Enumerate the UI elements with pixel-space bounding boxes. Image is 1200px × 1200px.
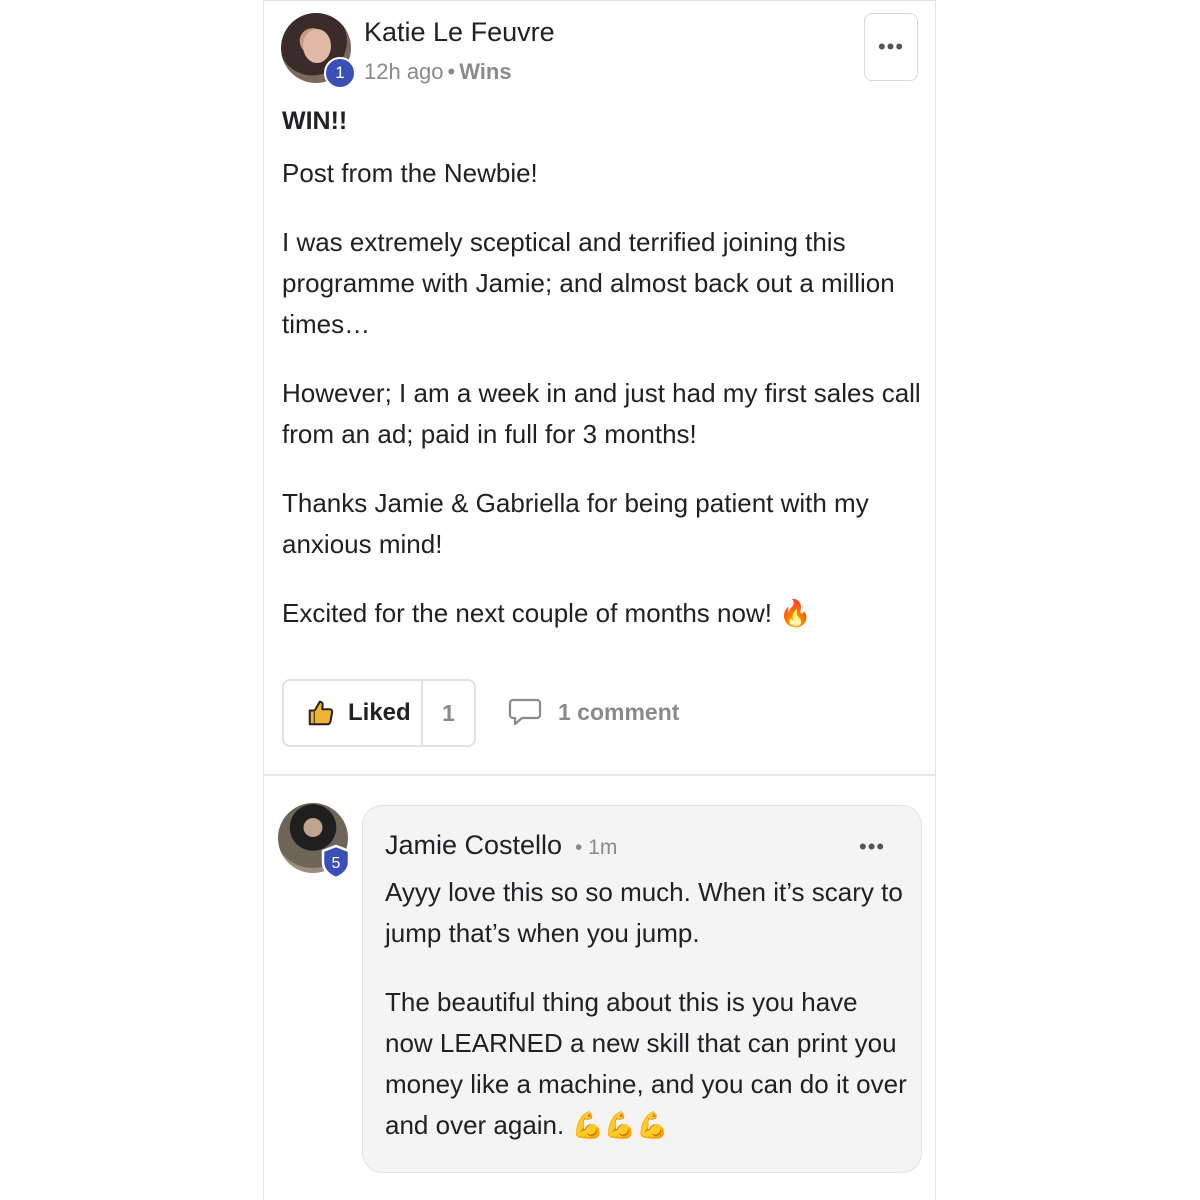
post-paragraph: Thanks Jamie & Gabriella for being patie… bbox=[282, 488, 869, 559]
thumbs-up-icon bbox=[308, 700, 334, 726]
ellipsis-icon: ••• bbox=[877, 34, 905, 59]
post-category[interactable]: Wins bbox=[459, 59, 511, 84]
level-badge: 1 bbox=[324, 57, 356, 89]
comment-time: • 1m bbox=[575, 836, 618, 859]
post-meta: 12h ago • Wins bbox=[364, 59, 512, 85]
commenter-name[interactable]: Jamie Costello bbox=[385, 830, 562, 861]
post-paragraph-last: Excited for the next couple of months no… bbox=[282, 593, 922, 635]
flexed-biceps-emoji: 💪💪💪 bbox=[571, 1111, 669, 1141]
comment-body: Ayyy love this so so much. When it’s sca… bbox=[385, 872, 909, 1175]
comment-more-button[interactable]: ••• bbox=[859, 834, 885, 860]
like-count[interactable]: 1 bbox=[423, 700, 474, 727]
speech-bubble-icon bbox=[508, 698, 542, 726]
avatar-face bbox=[303, 29, 331, 63]
like-toggle[interactable]: Liked bbox=[284, 681, 423, 745]
post-paragraph-text: Excited for the next couple of months no… bbox=[282, 598, 772, 628]
commenter-level: 5 bbox=[332, 855, 341, 872]
comment-paragraph: Ayyy love this so so much. When it’s sca… bbox=[385, 877, 903, 948]
level-shield-badge: 5 bbox=[321, 844, 351, 880]
like-label: Liked bbox=[348, 699, 411, 726]
comment-count-label: 1 comment bbox=[558, 698, 680, 725]
post-card: 1 Katie Le Feuvre 12h ago • Wins ••• WIN!!… bbox=[263, 0, 936, 1200]
post-time: 12h ago bbox=[364, 59, 444, 84]
comment-bubble: Jamie Costello • 1m ••• Ayyy love this s… bbox=[362, 805, 922, 1173]
post-title: WIN!! bbox=[282, 107, 348, 135]
post-body: Post from the Newbie! I was extremely sc… bbox=[282, 153, 922, 663]
like-button[interactable]: Liked 1 bbox=[282, 679, 476, 747]
reply-row-partial bbox=[392, 1191, 552, 1200]
fire-emoji: 🔥 bbox=[779, 599, 812, 629]
post-paragraph: However; I am a week in and just had my … bbox=[282, 378, 921, 449]
post-paragraph: Post from the Newbie! bbox=[282, 158, 538, 188]
meta-separator: • bbox=[447, 59, 456, 84]
author-name[interactable]: Katie Le Feuvre bbox=[364, 17, 555, 48]
ellipsis-icon: ••• bbox=[859, 834, 886, 859]
comment-button[interactable]: 1 comment bbox=[508, 697, 679, 727]
comment-paragraph-last: The beautiful thing about this is you ha… bbox=[385, 982, 909, 1147]
post-more-button[interactable]: ••• bbox=[864, 13, 918, 81]
divider bbox=[264, 774, 935, 776]
post-paragraph: I was extremely sceptical and terrified … bbox=[282, 227, 895, 339]
